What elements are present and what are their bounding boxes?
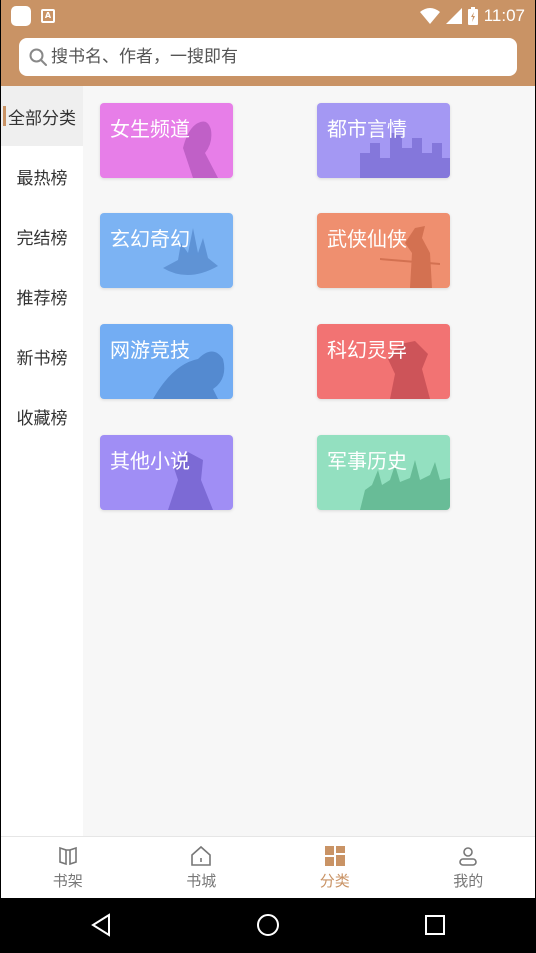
category-card-label: 女生频道 (110, 117, 190, 141)
category-card-urban-romance[interactable]: 都市言情 (317, 103, 450, 178)
search-header (1, 32, 535, 86)
home-icon (191, 845, 212, 866)
category-grid: 女生频道 都市言情 玄幻奇幻 武侠仙侠 网游竞技 科幻灵异 其他小说 军事历史 (83, 86, 535, 836)
app-notification-icon (11, 6, 31, 26)
sidebar-item-hottest[interactable]: 最热榜 (1, 146, 83, 206)
nav-item-profile[interactable]: 我的 (402, 837, 536, 898)
bottom-nav: 书架 书城 分类 我的 (1, 836, 535, 898)
sidebar-item-label: 全部分类 (8, 108, 76, 129)
battery-icon (467, 7, 478, 25)
nav-item-label: 分类 (319, 872, 350, 890)
category-card-fantasy[interactable]: 玄幻奇幻 (100, 213, 233, 288)
home-button-icon[interactable] (255, 912, 281, 938)
category-card-label: 其他小说 (110, 449, 190, 473)
search-input[interactable] (51, 47, 491, 67)
profile-icon (459, 847, 478, 866)
sidebar-item-label: 完结榜 (16, 228, 68, 249)
category-icon (324, 846, 345, 866)
category-card-label: 网游竞技 (110, 338, 190, 362)
category-card-label: 军事历史 (327, 449, 407, 473)
sidebar-item-label: 新书榜 (16, 348, 68, 369)
search-bar[interactable] (19, 38, 517, 76)
category-card-female[interactable]: 女生频道 (100, 103, 233, 178)
sidebar-item-label: 收藏榜 (16, 408, 68, 429)
category-sidebar: 全部分类 最热榜 完结榜 推荐榜 新书榜 收藏榜 (1, 86, 83, 836)
category-card-label: 武侠仙侠 (327, 227, 407, 251)
nav-item-label: 书城 (186, 872, 217, 890)
nav-item-bookshelf[interactable]: 书架 (1, 837, 135, 898)
sidebar-item-recommended[interactable]: 推荐榜 (1, 266, 83, 326)
sidebar-item-label: 最热榜 (16, 168, 68, 189)
category-card-military-history[interactable]: 军事历史 (317, 435, 450, 510)
nav-item-bookstore[interactable]: 书城 (135, 837, 269, 898)
sidebar-item-all-categories[interactable]: 全部分类 (1, 86, 83, 146)
category-card-wuxia[interactable]: 武侠仙侠 (317, 213, 450, 288)
nav-item-label: 我的 (453, 872, 484, 890)
category-card-other-novels[interactable]: 其他小说 (100, 435, 233, 510)
category-card-gaming[interactable]: 网游竞技 (100, 324, 233, 399)
app-root: A 11:07 全部分类 最热榜 完结榜 推荐榜 新书榜 收藏榜 女生频道 (1, 0, 535, 953)
sidebar-item-favorites[interactable]: 收藏榜 (1, 386, 83, 446)
wifi-icon (419, 8, 440, 24)
nav-item-category[interactable]: 分类 (268, 837, 402, 898)
back-icon[interactable] (89, 912, 115, 938)
text-notification-icon: A (41, 9, 55, 23)
category-card-label: 科幻灵异 (327, 338, 407, 362)
sidebar-item-completed[interactable]: 完结榜 (1, 206, 83, 266)
system-nav-bar (1, 898, 535, 953)
bookshelf-icon (58, 846, 77, 866)
category-card-label: 玄幻奇幻 (110, 227, 190, 251)
search-icon (29, 48, 47, 66)
nav-item-label: 书架 (52, 872, 83, 890)
category-card-label: 都市言情 (327, 117, 407, 141)
sidebar-item-label: 推荐榜 (16, 288, 68, 309)
clock: 11:07 (483, 6, 525, 25)
signal-icon (445, 8, 462, 24)
sidebar-item-new-books[interactable]: 新书榜 (1, 326, 83, 386)
recents-icon[interactable] (422, 912, 448, 938)
status-bar: A 11:07 (1, 0, 535, 32)
category-card-scifi-supernatural[interactable]: 科幻灵异 (317, 324, 450, 399)
